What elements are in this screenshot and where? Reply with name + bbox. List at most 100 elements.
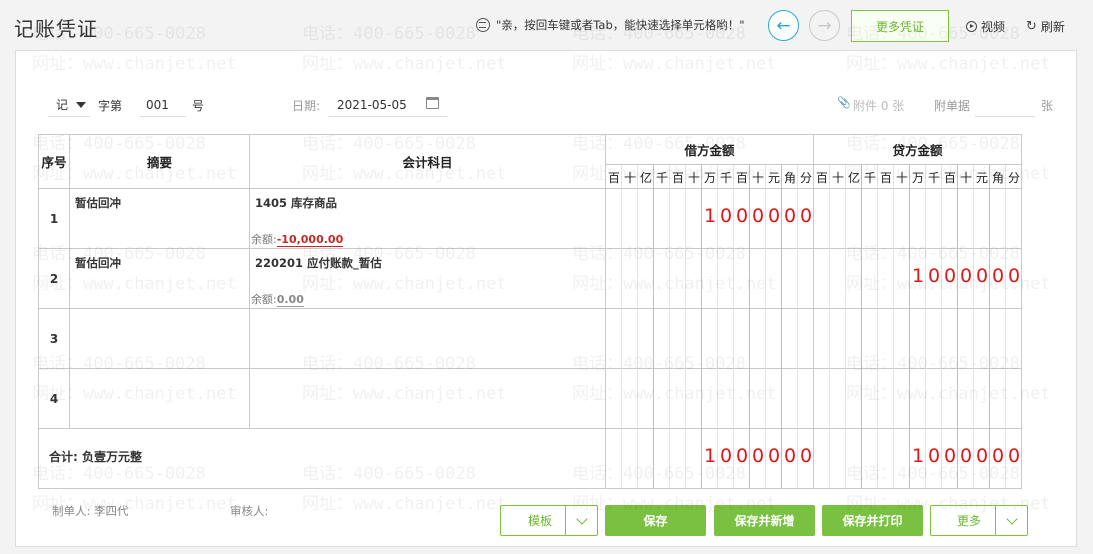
caret-down-icon	[76, 101, 87, 108]
calendar-icon[interactable]	[426, 97, 439, 109]
keyboard-tip-text: "亲，按回车键或者Tab，能快速选择单元格哟！"	[496, 18, 745, 32]
save-and-new-button[interactable]: 保存并新增	[714, 505, 815, 536]
more-button[interactable]: 更多	[930, 505, 1028, 536]
summary-header: 摘要	[146, 155, 172, 170]
watermark-site: 网址：www.chanjet.net	[572, 54, 777, 74]
save-and-print-button[interactable]: 保存并打印	[822, 505, 923, 536]
voucher-word-select[interactable]: 记	[48, 93, 90, 117]
more-vouchers-button[interactable]: 更多凭证	[851, 10, 949, 42]
debit-digit-header: 十	[687, 170, 700, 185]
voucher-table: 序号 摘要 会计科目 借方金额 贷方金额 百十亿千百十万千百十元角分百十亿千百十…	[38, 134, 1022, 489]
total-credit-amount-digit: 0	[943, 445, 957, 467]
row-2-credit-amount-digit: 0	[927, 265, 941, 287]
debit-digit-header: 万	[703, 170, 716, 185]
row-1-debit-amount-digit: 0	[719, 205, 733, 227]
credit-digit-header: 十	[895, 170, 908, 185]
row-2-credit-amount-digit: 0	[1007, 265, 1021, 287]
watermark-site: 网址：www.chanjet.net	[302, 54, 507, 74]
credit-digit-header: 亿	[847, 170, 860, 185]
row-2-balance: 余额:0.00	[251, 291, 304, 307]
row-1-debit-amount-digit: 0	[751, 205, 765, 227]
save-button[interactable]: 保存	[605, 505, 706, 536]
debit-digit-header: 百	[735, 170, 748, 185]
maker-label: 制单人:	[52, 504, 91, 518]
prev-voucher-button[interactable]: ←	[768, 10, 799, 41]
credit-digit-header: 百	[815, 170, 828, 185]
row-2-credit-amount-digit: 0	[959, 265, 973, 287]
number-suffix: 号	[192, 99, 205, 113]
refresh-icon: ↻	[1026, 19, 1037, 34]
total-credit-amount-digit: 0	[991, 445, 1005, 467]
maker-name: 李四代	[94, 504, 129, 518]
row-2-balance-label: 余额:	[251, 293, 277, 306]
debit-digit-header: 千	[719, 170, 732, 185]
voucher-number-input[interactable]: 001	[140, 93, 186, 117]
total-credit-amount-digit: 1	[911, 445, 925, 467]
total-debit-amount-digit: 0	[767, 445, 781, 467]
attachment-link[interactable]: 附件 0 张	[853, 97, 904, 114]
row-2-summary[interactable]: 暂估回冲	[75, 255, 121, 271]
reviewer-info: 审核人:	[230, 503, 268, 519]
row-1-summary[interactable]: 暂估回冲	[75, 195, 121, 211]
row-2-credit-amount-digit: 1	[911, 265, 925, 287]
maker-info: 制单人: 李四代	[52, 503, 129, 519]
next-voucher-button[interactable]: →	[809, 10, 840, 41]
voucher-word-value: 记	[56, 98, 69, 112]
row-4-number: 4	[49, 391, 59, 406]
date-label: 日期:	[292, 99, 321, 113]
credit-digit-header: 千	[863, 170, 876, 185]
debit-digit-header: 十	[751, 170, 764, 185]
row-2-balance-value: 0.00	[276, 293, 304, 307]
word-label: 字第	[98, 99, 123, 113]
row-2-account[interactable]: 220201 应付账款_暂估	[255, 255, 382, 271]
debit-digit-header: 元	[767, 170, 780, 185]
play-icon	[966, 21, 977, 32]
total-credit-amount-digit: 0	[959, 445, 973, 467]
row-1-account[interactable]: 1405 库存商品	[255, 195, 337, 211]
video-link[interactable]: 视频	[966, 18, 1005, 35]
row-1-balance-label: 余额:	[251, 233, 277, 246]
row-1-debit-amount-digit: 0	[799, 205, 813, 227]
watermark-site: 网址：www.chanjet.net	[846, 54, 1051, 74]
credit-digit-header: 十	[959, 170, 972, 185]
reviewer-label: 审核人:	[230, 504, 269, 518]
attached-docs-label: 附单据	[934, 99, 971, 113]
row-1-debit-amount-digit: 1	[703, 205, 717, 227]
account-header: 会计科目	[402, 155, 453, 170]
seq-header: 序号	[41, 155, 67, 170]
total-debit-amount-digit: 0	[783, 445, 797, 467]
more-dropdown-icon[interactable]	[995, 506, 1027, 535]
credit-digit-header: 元	[975, 170, 988, 185]
row-1-debit-amount-digit: 0	[767, 205, 781, 227]
attached-docs-unit: 张	[1041, 99, 1054, 113]
row-2-credit-amount-digit: 0	[991, 265, 1005, 287]
total-credit-amount-digit: 0	[975, 445, 989, 467]
credit-header: 贷方金额	[892, 143, 943, 158]
debit-digit-header: 分	[799, 170, 812, 185]
debit-digit-header: 千	[655, 170, 668, 185]
debit-digit-header: 十	[623, 170, 636, 185]
credit-digit-header: 十	[831, 170, 844, 185]
row-2-credit-amount-digit: 0	[943, 265, 957, 287]
voucher-card: 记 字第 001 号 日期: 2021-05-05 📎 附件 0 张 附单据 张…	[15, 24, 1077, 547]
template-dropdown-icon[interactable]	[565, 506, 597, 535]
arrow-left-icon: ←	[776, 15, 791, 36]
total-debit-amount-digit: 0	[799, 445, 813, 467]
total-debit-amount-digit: 0	[719, 445, 733, 467]
row-1-debit-amount-digit: 0	[783, 205, 797, 227]
debit-header: 借方金额	[684, 143, 735, 158]
row-1-balance: 余额:-10,000.00	[251, 231, 344, 247]
credit-digit-header: 分	[1007, 170, 1020, 185]
refresh-link[interactable]: ↻ 刷新	[1026, 18, 1065, 35]
total-debit-amount-digit: 1	[703, 445, 717, 467]
paperclip-icon: 📎	[837, 96, 851, 109]
template-label: 模板	[528, 514, 553, 528]
row-1-balance-value: -10,000.00	[276, 233, 344, 247]
attached-docs-input[interactable]	[975, 93, 1035, 117]
credit-digit-header: 万	[911, 170, 924, 185]
row-3-number: 3	[49, 331, 59, 346]
template-button[interactable]: 模板	[500, 505, 598, 536]
total-credit-amount-digit: 0	[1007, 445, 1021, 467]
row-1-number: 1	[49, 211, 59, 226]
arrow-right-icon: →	[817, 15, 832, 36]
